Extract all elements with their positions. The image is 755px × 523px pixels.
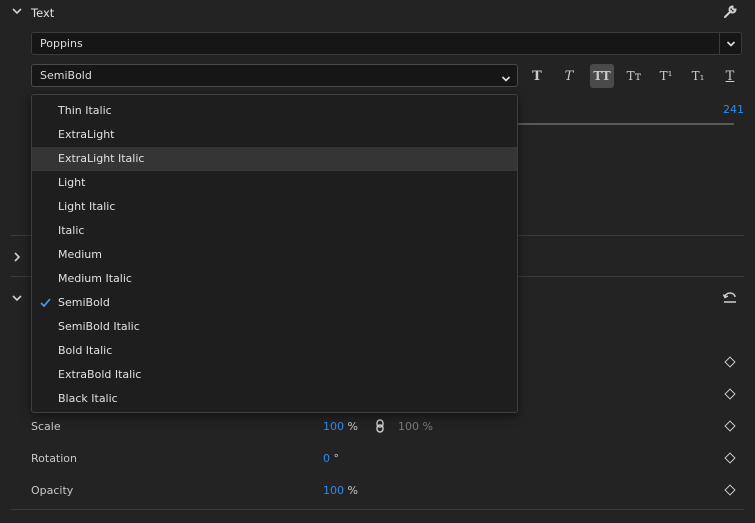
menu-item-italic[interactable]: Italic <box>32 219 517 243</box>
scale-linked-value: 100 % <box>398 420 433 433</box>
font-family-value: Poppins <box>40 37 83 50</box>
chevron-right-icon[interactable] <box>11 251 23 266</box>
menu-item-bold-italic[interactable]: Bold Italic <box>32 339 517 363</box>
italic-button[interactable]: T <box>557 64 581 88</box>
link-icon[interactable] <box>375 419 385 436</box>
menu-item-semibold[interactable]: SemiBold <box>32 291 517 315</box>
collapse-chevron-icon[interactable] <box>11 292 23 307</box>
keyframe-diamond-icon[interactable] <box>724 356 736 368</box>
superscript-button[interactable]: T¹ <box>654 64 678 88</box>
keyframe-diamond-icon[interactable] <box>724 420 736 432</box>
scale-label: Scale <box>31 420 61 433</box>
menu-item-thin-italic[interactable]: Thin Italic <box>32 99 517 123</box>
rotation-value[interactable]: 0 ° <box>323 452 339 465</box>
menu-item-light[interactable]: Light <box>32 171 517 195</box>
keyframe-diamond-icon[interactable] <box>724 388 736 400</box>
menu-item-extrabold-italic[interactable]: ExtraBold Italic <box>32 363 517 387</box>
small-caps-button[interactable]: Tт <box>622 64 646 88</box>
underline-button[interactable]: T <box>718 64 742 88</box>
chevron-down-icon[interactable] <box>501 70 511 91</box>
bold-button[interactable]: T <box>525 64 549 88</box>
font-style-value: SemiBold <box>40 69 92 82</box>
keyframe-diamond-icon[interactable] <box>724 452 736 464</box>
wrench-icon[interactable] <box>722 4 738 23</box>
opacity-value[interactable]: 100 % <box>323 484 358 497</box>
chevron-down-icon[interactable] <box>719 33 741 54</box>
rotation-label: Rotation <box>31 452 78 465</box>
menu-item-light-italic[interactable]: Light Italic <box>32 195 517 219</box>
reset-icon[interactable] <box>722 290 738 309</box>
menu-item-medium[interactable]: Medium <box>32 243 517 267</box>
font-style-select[interactable]: SemiBold <box>31 64 518 87</box>
menu-item-medium-italic[interactable]: Medium Italic <box>32 267 517 291</box>
checkmark-icon <box>40 291 51 316</box>
menu-item-extralight[interactable]: ExtraLight <box>32 123 517 147</box>
opacity-label: Opacity <box>31 484 74 497</box>
menu-item-semibold-italic[interactable]: SemiBold Italic <box>32 315 517 339</box>
all-caps-button[interactable]: TT <box>590 64 614 88</box>
slider-track[interactable] <box>518 123 734 125</box>
scale-value[interactable]: 100 % <box>323 420 358 433</box>
menu-item-extralight-italic[interactable]: ExtraLight Italic <box>32 147 517 171</box>
subscript-button[interactable]: T₁ <box>686 64 710 88</box>
section-divider <box>11 509 744 510</box>
menu-item-black-italic[interactable]: Black Italic <box>32 387 517 411</box>
keyframe-diamond-icon[interactable] <box>724 484 736 496</box>
font-style-dropdown-menu: Thin Italic ExtraLight ExtraLight Italic… <box>31 94 518 413</box>
section-title-text: Text <box>31 6 55 20</box>
collapse-chevron-icon[interactable] <box>11 5 23 19</box>
slider-value[interactable]: 241 <box>723 103 744 116</box>
font-family-select[interactable]: Poppins <box>31 32 742 55</box>
